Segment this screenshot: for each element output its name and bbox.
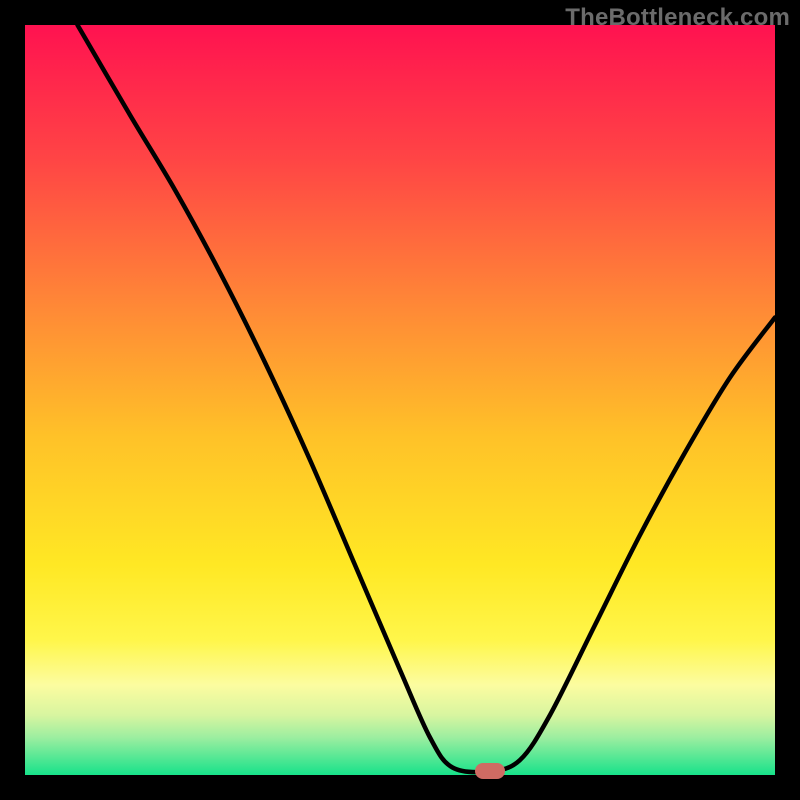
optimal-marker: [475, 763, 505, 779]
chart-frame: TheBottleneck.com: [0, 0, 800, 800]
bottleneck-curve: [25, 25, 775, 775]
watermark-text: TheBottleneck.com: [565, 4, 790, 32]
plot-area: [25, 25, 775, 775]
